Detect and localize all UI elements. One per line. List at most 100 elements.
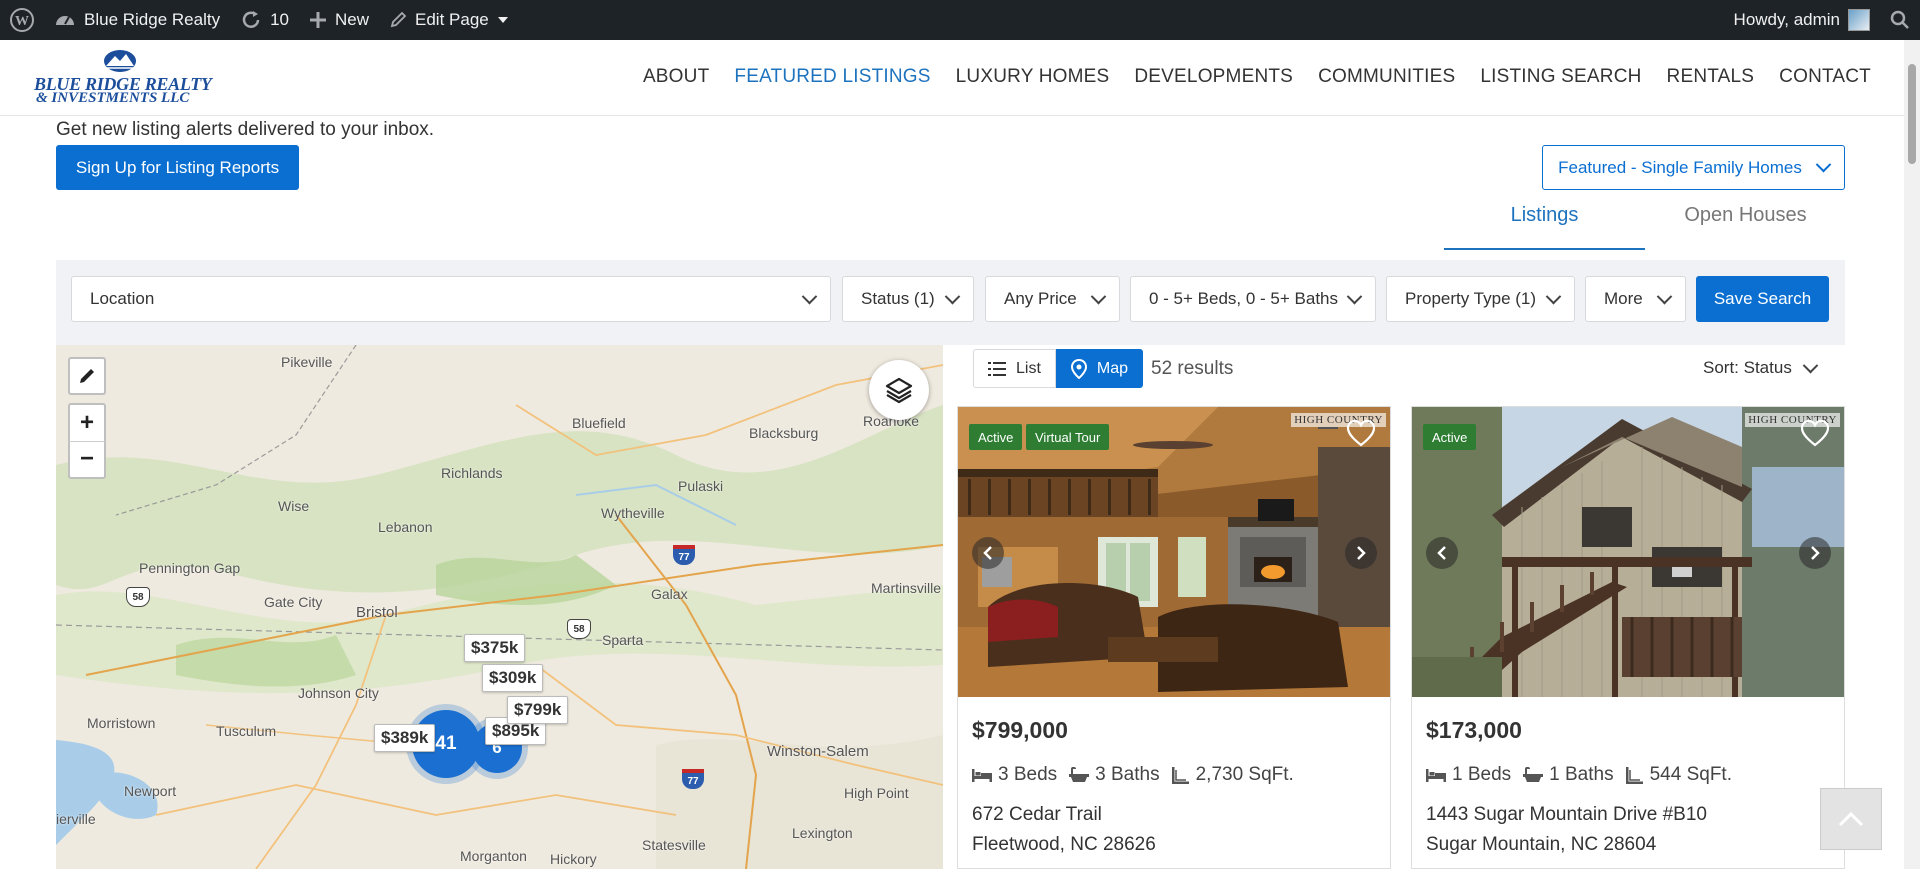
map-label-morristown: Morristown bbox=[87, 715, 156, 731]
mountain-logo-icon bbox=[104, 50, 136, 72]
nav-contact[interactable]: CONTACT bbox=[1779, 66, 1871, 88]
sqft-fact: 544 SqFt. bbox=[1625, 764, 1732, 786]
price-marker[interactable]: $389k bbox=[374, 724, 436, 752]
interior-photo bbox=[958, 407, 1390, 697]
price-filter[interactable]: Any Price bbox=[985, 276, 1120, 322]
previous-photo-button[interactable] bbox=[972, 537, 1004, 569]
tab-open-houses[interactable]: Open Houses bbox=[1645, 204, 1846, 250]
sqft-fact: 2,730 SqFt. bbox=[1171, 764, 1294, 786]
price-filter-label: Any Price bbox=[1004, 289, 1077, 308]
updates-count: 10 bbox=[270, 10, 289, 29]
heart-icon[interactable] bbox=[1800, 419, 1830, 447]
map-label-morganton: Morganton bbox=[460, 848, 527, 864]
new-content-button[interactable]: New bbox=[299, 0, 379, 40]
updates-button[interactable]: 10 bbox=[230, 0, 299, 40]
listings-map[interactable]: Pikeville Bluefield Blacksburg Roanoke R… bbox=[56, 345, 943, 869]
nav-communities[interactable]: COMMUNITIES bbox=[1318, 66, 1455, 88]
property-type-filter-label: Property Type (1) bbox=[1405, 289, 1537, 308]
bath-icon bbox=[1069, 767, 1090, 782]
listing-photo[interactable]: Active Virtual Tour HIGH COUNTRY bbox=[958, 407, 1390, 697]
beds-baths-filter[interactable]: 0 - 5+ Beds, 0 - 5+ Baths bbox=[1130, 276, 1376, 322]
admin-search-button[interactable] bbox=[1880, 0, 1920, 40]
search-icon bbox=[1890, 10, 1909, 29]
nav-featured-listings[interactable]: FEATURED LISTINGS bbox=[734, 66, 930, 88]
scrollbar-thumb[interactable] bbox=[1908, 64, 1916, 164]
chevron-down-icon bbox=[1545, 288, 1562, 304]
heart-icon[interactable] bbox=[1346, 419, 1376, 447]
nav-developments[interactable]: DEVELOPMENTS bbox=[1134, 66, 1293, 88]
us-58-shield-east: 58 bbox=[567, 619, 591, 639]
beds-label: 1 Beds bbox=[1452, 764, 1512, 785]
new-label: New bbox=[335, 10, 370, 29]
price-marker[interactable]: $309k bbox=[482, 664, 544, 692]
listing-card[interactable]: Active HIGH COUNTRY $173,000 1 Beds 1 Ba… bbox=[1411, 406, 1845, 869]
listing-facts: 3 Beds 3 Baths 2,730 SqFt. bbox=[972, 764, 1294, 786]
listing-photo[interactable]: Active HIGH COUNTRY bbox=[1412, 407, 1844, 697]
chevron-down-icon bbox=[944, 288, 961, 304]
chevron-left-icon bbox=[983, 546, 992, 560]
chevron-up-icon bbox=[1838, 811, 1864, 827]
site-logo[interactable]: BLUE RIDGE REALTY & INVESTMENTS LLC bbox=[34, 48, 212, 108]
nav-luxury-homes[interactable]: LUXURY HOMES bbox=[956, 66, 1110, 88]
map-label-hickory: Hickory bbox=[550, 851, 597, 867]
page-scrollbar[interactable] bbox=[1904, 40, 1920, 869]
map-label-wytheville: Wytheville bbox=[601, 505, 665, 521]
listing-address: 1443 Sugar Mountain Drive #B10 bbox=[1426, 804, 1707, 825]
more-filter-label: More bbox=[1604, 289, 1643, 308]
zoom-in-button[interactable]: + bbox=[69, 405, 105, 441]
layers-icon bbox=[885, 377, 913, 404]
edit-page-button[interactable]: Edit Page bbox=[379, 0, 519, 40]
tab-listings[interactable]: Listings bbox=[1444, 204, 1645, 250]
listing-card[interactable]: Active Virtual Tour HIGH COUNTRY $799,00… bbox=[957, 406, 1391, 869]
sort-select[interactable]: Sort: Status bbox=[1693, 345, 1830, 391]
edit-page-label: Edit Page bbox=[415, 10, 489, 29]
chevron-down-icon bbox=[1656, 288, 1673, 304]
zoom-out-button[interactable]: − bbox=[69, 441, 105, 477]
map-terrain bbox=[56, 345, 943, 869]
list-view-label: List bbox=[1016, 359, 1041, 377]
map-view-button[interactable]: Map bbox=[1055, 349, 1144, 388]
sign-up-listing-reports-button[interactable]: Sign Up for Listing Reports bbox=[56, 145, 299, 190]
site-name-button[interactable]: Blue Ridge Realty bbox=[44, 0, 230, 40]
plus-icon bbox=[310, 12, 326, 28]
previous-photo-button[interactable] bbox=[1426, 537, 1458, 569]
status-filter-label: Status (1) bbox=[861, 289, 935, 308]
map-layers-button[interactable] bbox=[869, 360, 929, 420]
view-toggle: List Map bbox=[973, 349, 1144, 388]
next-photo-button[interactable] bbox=[1799, 537, 1831, 569]
nav-about[interactable]: ABOUT bbox=[643, 66, 709, 88]
logo-text-line2: & INVESTMENTS LLC bbox=[36, 90, 190, 106]
chevron-down-icon bbox=[801, 288, 818, 304]
listing-price: $799,000 bbox=[972, 717, 1068, 743]
map-label-lexington: Lexington bbox=[792, 825, 853, 841]
status-badge: Active bbox=[1423, 424, 1477, 450]
nav-rentals[interactable]: RENTALS bbox=[1667, 66, 1755, 88]
featured-select[interactable]: Featured - Single Family Homes bbox=[1542, 145, 1845, 190]
draw-area-button[interactable] bbox=[68, 357, 106, 395]
nav-listing-search[interactable]: LISTING SEARCH bbox=[1480, 66, 1641, 88]
map-label-richlands: Richlands bbox=[441, 465, 503, 481]
price-marker[interactable]: $799k bbox=[507, 696, 569, 724]
map-label-galax: Galax bbox=[651, 586, 688, 602]
status-filter[interactable]: Status (1) bbox=[842, 276, 974, 322]
my-account-button[interactable]: Howdy, admin bbox=[1724, 0, 1880, 40]
list-icon bbox=[988, 361, 1006, 376]
back-to-top-button[interactable] bbox=[1820, 788, 1882, 850]
wordpress-icon: W bbox=[10, 8, 34, 32]
location-select[interactable]: Location bbox=[71, 276, 831, 322]
list-view-button[interactable]: List bbox=[973, 349, 1056, 388]
wordpress-logo-button[interactable]: W bbox=[0, 0, 44, 40]
price-marker[interactable]: $375k bbox=[464, 634, 526, 662]
site-header: BLUE RIDGE REALTY & INVESTMENTS LLC ABOU… bbox=[0, 40, 1904, 116]
chevron-right-icon bbox=[1811, 546, 1820, 560]
next-photo-button[interactable] bbox=[1345, 537, 1377, 569]
map-label-bluefield: Bluefield bbox=[572, 415, 626, 431]
property-type-filter[interactable]: Property Type (1) bbox=[1386, 276, 1575, 322]
save-search-button[interactable]: Save Search bbox=[1696, 276, 1829, 322]
more-filter[interactable]: More bbox=[1585, 276, 1686, 322]
chevron-down-icon bbox=[1346, 288, 1363, 304]
beds-fact: 1 Beds bbox=[1426, 764, 1511, 786]
howdy-label: Howdy, admin bbox=[1733, 10, 1840, 29]
chevron-down-icon bbox=[1802, 357, 1819, 373]
admin-bar: W Blue Ridge Realty 10 New Edit Page How… bbox=[0, 0, 1920, 40]
